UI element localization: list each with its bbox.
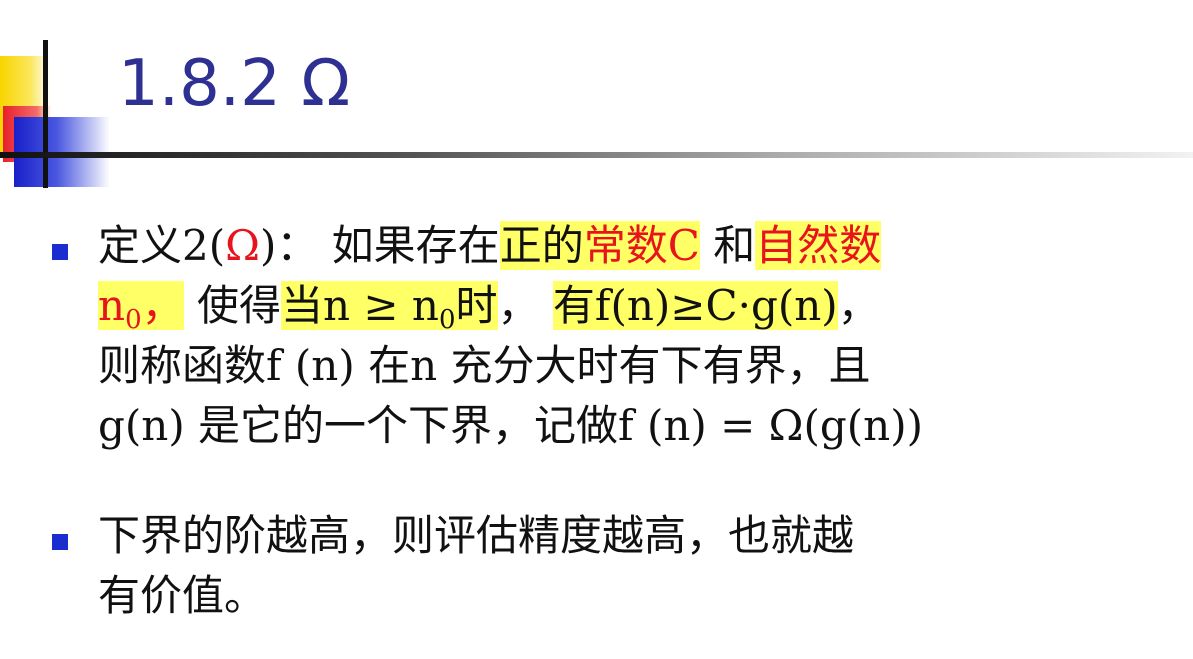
text-such-that: 使得 bbox=[183, 281, 281, 330]
text-comma-end: ， bbox=[837, 281, 880, 330]
definition-line-4: g(n) 是它的一个下界，记做f (n) = Ω(g(n)) bbox=[98, 401, 923, 450]
highlight-when-n-ge-n0: 当n ≥ n0时 bbox=[280, 281, 498, 335]
text-comma: ， bbox=[497, 281, 553, 330]
title-underline bbox=[0, 152, 1193, 158]
text-and: 和 bbox=[699, 221, 756, 270]
highlight-constant-c: 常数C bbox=[583, 221, 700, 270]
definition-line-2: n0， 使得当n ≥ n0时， 有f(n)≥C·g(n)， bbox=[98, 276, 880, 336]
value-line-2: 有价值。 bbox=[98, 571, 267, 620]
slide-title: 1.8.2 Ω bbox=[118, 47, 351, 121]
highlight-n0: n0， bbox=[98, 281, 184, 335]
highlight-inequality: 有f(n)≥C·g(n) bbox=[552, 281, 838, 330]
bullet-square-icon bbox=[52, 534, 68, 550]
value-line-1: 下界的阶越高，则评估精度越高，也就越 bbox=[98, 511, 855, 560]
text-def-prefix: 定义2( bbox=[98, 221, 226, 270]
definition-line-1: 定义2(Ω)： 如果存在正的常数C 和自然数 bbox=[98, 216, 882, 276]
bullet-square-icon bbox=[52, 244, 68, 260]
definition-line-3: 则称函数f (n) 在n 充分大时有下有界，且 bbox=[98, 341, 871, 390]
omega-symbol: Ω bbox=[225, 221, 260, 270]
text-if-exists: )： 如果存在 bbox=[259, 221, 500, 270]
decor-vertical-line bbox=[43, 40, 48, 188]
highlight-natural-number: 自然数 bbox=[755, 221, 882, 270]
highlight-positive: 正的 bbox=[499, 221, 584, 270]
